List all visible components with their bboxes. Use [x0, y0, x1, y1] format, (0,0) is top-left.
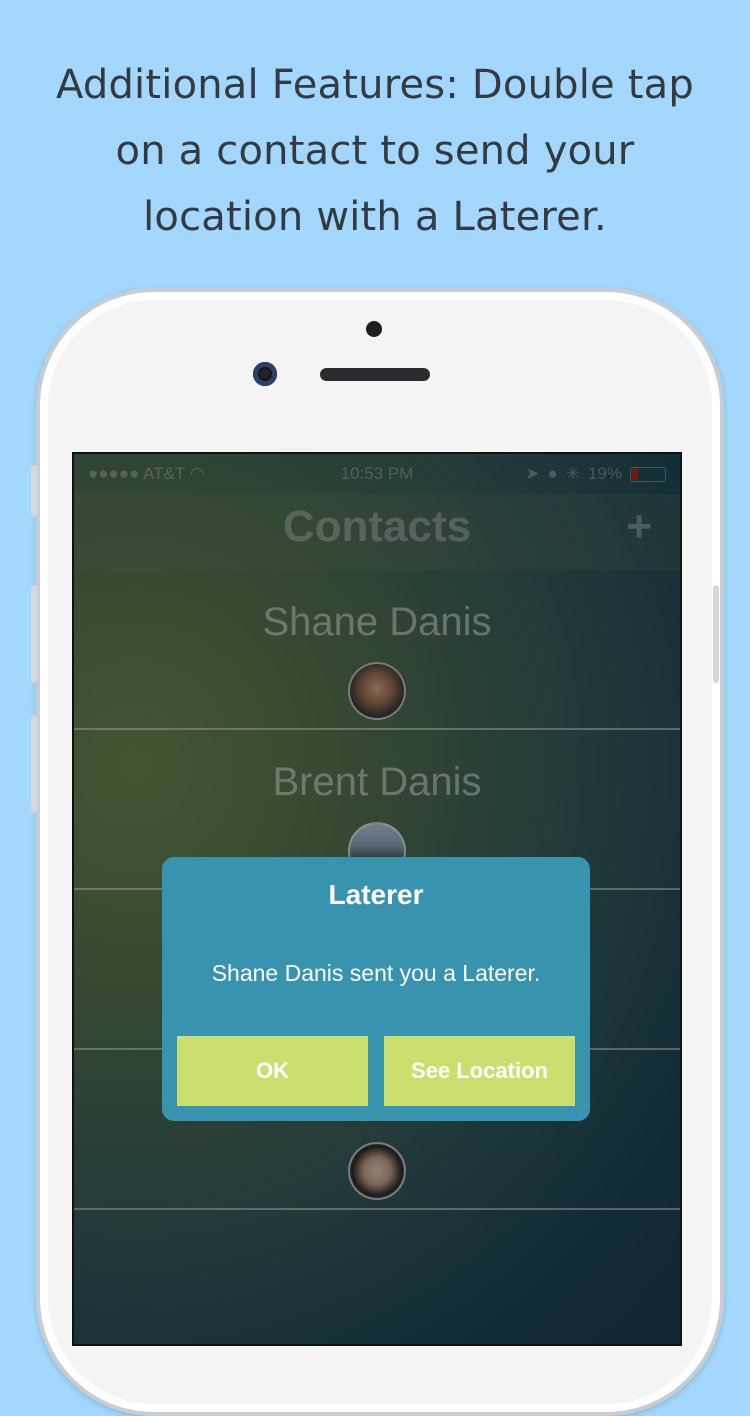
headline-line-2: on a contact to send your — [115, 128, 635, 174]
ok-button[interactable]: OK — [177, 1036, 368, 1106]
headline: Additional Features: Double tap on a con… — [0, 52, 750, 250]
phone-volume-down — [31, 715, 37, 813]
phone-volume-up — [31, 585, 37, 683]
laterer-alert-dialog: Laterer Shane Danis sent you a Laterer. … — [162, 857, 590, 1121]
alert-message: Shane Danis sent you a Laterer. — [211, 960, 541, 986]
front-camera-icon — [253, 362, 277, 386]
phone-mute-switch — [31, 465, 37, 517]
phone-power-button — [713, 585, 719, 683]
proximity-sensor — [366, 321, 382, 337]
see-location-button[interactable]: See Location — [384, 1036, 575, 1106]
headline-line-3: location with a Laterer. — [143, 194, 607, 240]
alert-title: Laterer — [328, 879, 424, 910]
earpiece-speaker — [320, 368, 430, 381]
headline-line-1: Additional Features: Double tap — [56, 62, 694, 108]
